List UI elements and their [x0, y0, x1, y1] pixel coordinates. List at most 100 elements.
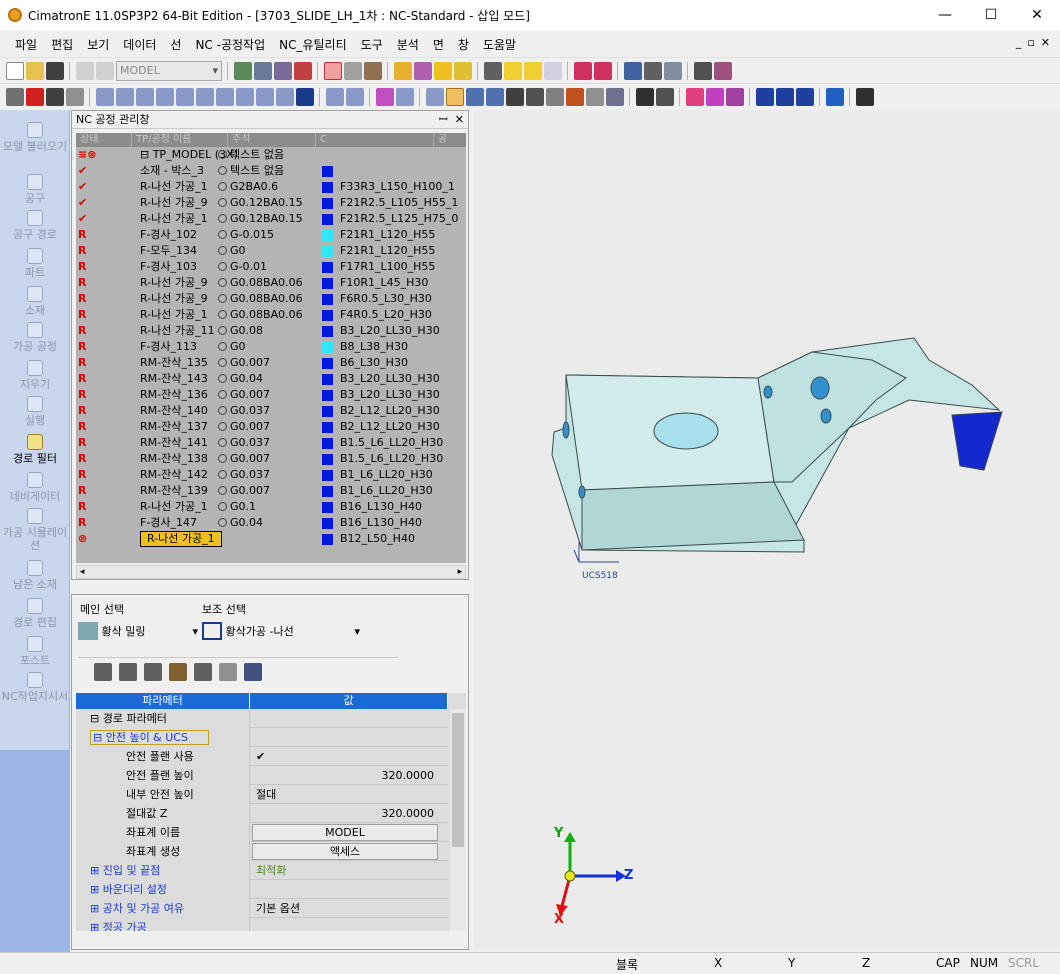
param-tool-icon[interactable] [194, 663, 212, 681]
edge-icon[interactable] [156, 87, 174, 106]
deselect-icon[interactable] [26, 87, 44, 106]
menu-nc-utility[interactable]: NC_유틸리티 [272, 36, 354, 53]
menu-analysis[interactable]: 분석 [390, 36, 426, 53]
highlight-icon[interactable] [434, 61, 452, 80]
table-icon[interactable] [466, 87, 484, 106]
info-icon[interactable] [526, 87, 544, 106]
col-comment[interactable]: 주석 [228, 133, 316, 147]
table-row[interactable]: R F-경사_102 G-0.015 F21R1_L120_H55 [76, 227, 466, 243]
sub-selection-combo[interactable]: 황삭가공 -나선 ▾ [202, 621, 360, 643]
unmark-icon[interactable] [396, 87, 414, 106]
close-button[interactable]: ✕ [1014, 0, 1060, 30]
param-row[interactable]: 내부 안전 높이 절대 [76, 785, 448, 804]
table-row[interactable]: R RM-잔삭_143 G0.04 B3_L20_LL30_H30 [76, 371, 466, 387]
cube-icon[interactable] [714, 61, 732, 80]
sidebar-item-remaining-stock[interactable]: 남은 소재 [0, 560, 70, 591]
param-row[interactable]: 좌표계 생성 액세스 [76, 842, 448, 861]
forward-icon[interactable] [594, 61, 612, 80]
sidebar-item-path-edit[interactable]: 경로 편집 [0, 598, 70, 629]
table-row[interactable]: R R-나선 가공_11 G0.08 B3_L20_LL30_H30 [76, 323, 466, 339]
menu-tools[interactable]: 도구 [354, 36, 390, 53]
table-row[interactable]: R F-경사_147 G0.04 B16_L130_H40 [76, 515, 466, 531]
light-setting-icon[interactable] [544, 61, 562, 80]
sidebar-item-delete[interactable]: 지우기 [0, 360, 70, 391]
table-row[interactable]: ✔ 소재 - 박스_3 텍스트 없음 [76, 163, 466, 179]
param-save-icon[interactable] [169, 663, 187, 681]
copy-icon[interactable] [346, 87, 364, 106]
graphics-viewport[interactable]: UCS518 Y Z X [474, 110, 1060, 950]
open-folder-icon[interactable] [26, 61, 44, 80]
back-icon[interactable] [574, 61, 592, 80]
new-file-icon[interactable] [6, 61, 24, 80]
shade-active-icon[interactable] [446, 87, 464, 106]
analysis-icon[interactable] [664, 61, 682, 80]
menu-help[interactable]: 도움말 [476, 36, 523, 53]
solid-icon[interactable] [136, 87, 154, 106]
csys-move-icon[interactable] [776, 87, 794, 106]
param-button[interactable]: 액세스 [252, 843, 438, 860]
sidebar-item-part[interactable]: 파트 [0, 248, 70, 279]
table-row[interactable]: R RM-잔삭_137 G0.007 B2_L12_LL20_H30 [76, 419, 466, 435]
table-row[interactable]: ✔ R-나선 가공_1 G2BA0.6 F33R3_L150_H100_1 [76, 179, 466, 195]
csys-icon[interactable] [756, 87, 774, 106]
table-row[interactable]: R RM-잔삭_136 G0.007 B3_L20_LL30_H30 [76, 387, 466, 403]
rotate-icon[interactable] [294, 61, 312, 80]
param-row[interactable]: ⊟ 안전 높이 & UCS [76, 728, 448, 747]
zoom-window-icon[interactable] [254, 61, 272, 80]
param-row[interactable]: ⊞ 정공 가공 [76, 918, 448, 931]
axis-icon[interactable] [706, 87, 724, 106]
wire-icon[interactable] [426, 87, 444, 106]
line-icon[interactable] [826, 87, 844, 106]
param-load-icon[interactable] [119, 663, 137, 681]
list-icon[interactable] [296, 87, 314, 106]
rewind-icon[interactable] [856, 87, 874, 106]
panel-close-icon[interactable]: ✕ [455, 113, 464, 126]
col-status[interactable]: 상태 [76, 133, 132, 147]
sidebar-item-load-model[interactable]: 모델 불러오기 [0, 122, 70, 153]
select-icon[interactable] [6, 87, 24, 106]
menu-face[interactable]: 면 [426, 36, 451, 53]
table-row[interactable]: ⊗ R-나선 가공_1 B12_L50_H40 [76, 531, 466, 547]
param-row[interactable]: ⊞ 공차 및 가공 여유 기본 옵션 [76, 899, 448, 918]
table-row[interactable]: R R-나선 가공_1 G0.08BA0.06 F4R0.5_L20_H30 [76, 307, 466, 323]
grid-icon[interactable] [484, 61, 502, 80]
import-icon[interactable] [76, 61, 94, 80]
pan-icon[interactable] [274, 61, 292, 80]
mdi-minimize-button[interactable]: _ [1016, 36, 1022, 49]
menu-data[interactable]: 데이터 [116, 36, 163, 53]
sidebar-item-navigator[interactable]: 네비게이터 [0, 472, 70, 503]
mark-icon[interactable] [376, 87, 394, 106]
layer-icon[interactable] [414, 61, 432, 80]
table-row[interactable]: R F-경사_103 G-0.01 F17R1_L100_H55 [76, 259, 466, 275]
param-button[interactable]: MODEL [252, 824, 438, 841]
view-box-icon[interactable] [324, 61, 342, 80]
group-icon[interactable] [256, 87, 274, 106]
attribute-icon[interactable] [546, 87, 564, 106]
table-row[interactable]: R RM-잔삭_141 G0.037 B1.5_L6_LL20_H30 [76, 435, 466, 451]
ruler-icon[interactable] [644, 61, 662, 80]
param-row[interactable]: ⊞ 진입 및 끝점 최적화 [76, 861, 448, 880]
table-row[interactable]: ≡⊗ ⊟ TP_MODEL (3X) 텍스트 없음 [76, 147, 466, 163]
main-selection-combo[interactable]: 황삭 밀링 ▾ [78, 621, 198, 643]
measure-icon[interactable] [624, 61, 642, 80]
table-row[interactable]: R RM-잔삭_142 G0.037 B1_L6_LL20_H30 [76, 467, 466, 483]
param-row[interactable]: ⊞ 바운더리 설정 [76, 880, 448, 899]
table-row[interactable]: R RM-잔삭_135 G0.007 B6_L30_H30 [76, 355, 466, 371]
blank-icon[interactable] [566, 87, 584, 106]
param-row[interactable]: ⊟ 경로 파라메터 [76, 709, 448, 728]
menu-window[interactable]: 창 [451, 36, 476, 53]
table-row[interactable]: R F-모두_134 G0 F21R1_L120_H55 [76, 243, 466, 259]
table-row[interactable]: ✔ R-나선 가공_1 G0.12BA0.15 F21R2.5_L125_H75_0 [76, 211, 466, 227]
tool-library-icon[interactable] [694, 61, 712, 80]
table-row[interactable]: R RM-잔삭_138 G0.007 B1.5_L6_LL20_H30 [76, 451, 466, 467]
display-mode-icon[interactable] [364, 61, 382, 80]
sidebar-item-path-filter[interactable]: 경로 필터 [0, 434, 70, 465]
csys-rotate-icon[interactable] [796, 87, 814, 106]
shading-icon[interactable] [344, 61, 362, 80]
model-combo[interactable]: MODEL [116, 60, 222, 81]
mdi-restore-button[interactable]: ▫ [1027, 36, 1034, 49]
face-icon[interactable] [176, 87, 194, 106]
menu-view[interactable]: 보기 [80, 36, 116, 53]
table-row[interactable]: R R-나선 가공_9 G0.08BA0.06 F10R1_L45_H30 [76, 275, 466, 291]
point-icon[interactable] [216, 87, 234, 106]
